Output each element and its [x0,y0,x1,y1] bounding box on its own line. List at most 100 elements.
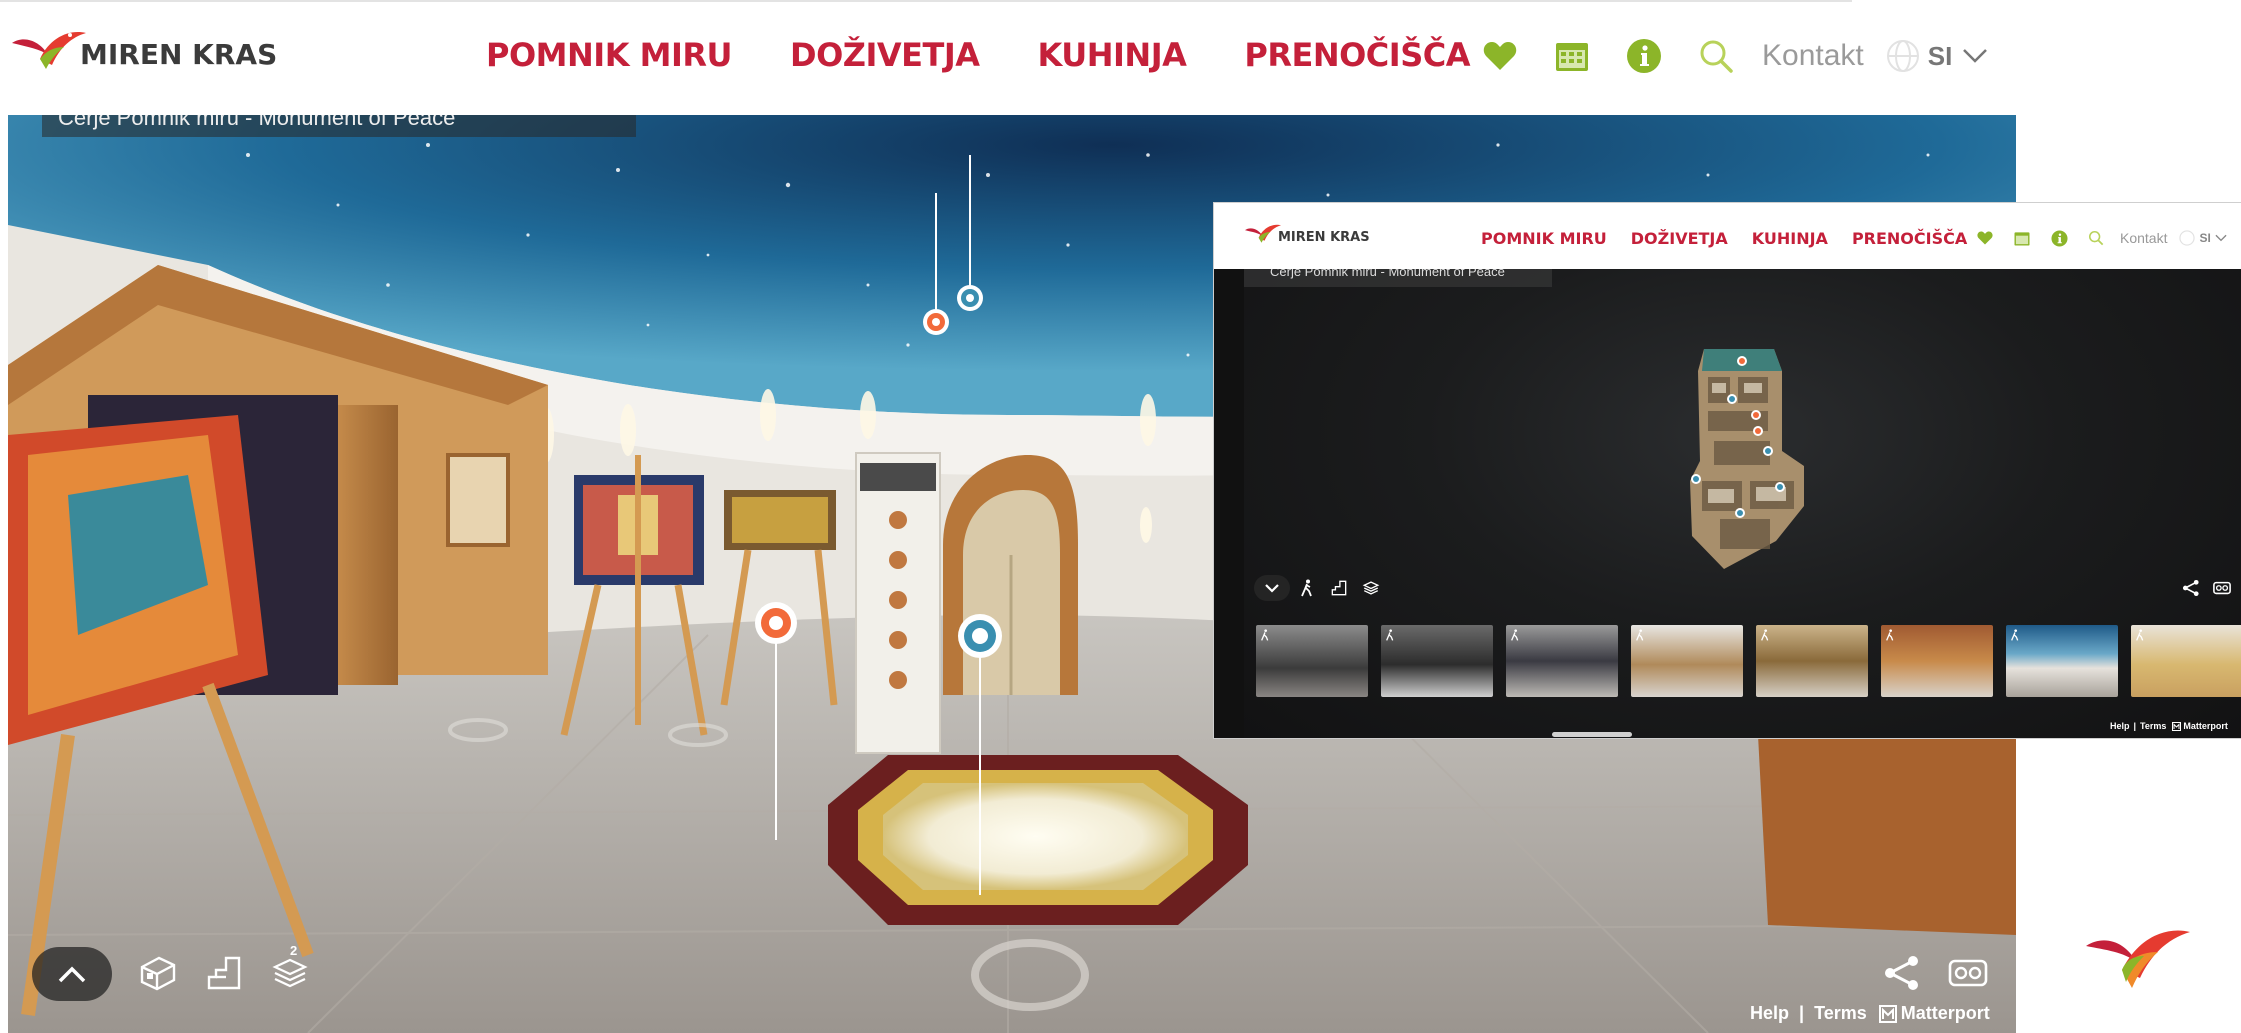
thumbnail-scene-4[interactable] [1631,625,1743,697]
language-code: SI [1927,40,1953,71]
nav-kuhinja[interactable]: KUHINJA [1038,36,1187,74]
nav-dozivetja[interactable]: DOŽIVETJA [790,36,980,74]
inset-info-button[interactable] [2048,227,2070,249]
inset-nav-pomnik-miru[interactable]: POMNIK MIRU [1481,229,1607,248]
collapse-toolbar-button[interactable] [32,947,112,1001]
share-icon [1885,956,1918,990]
dollhouse-view-button[interactable] [134,949,182,997]
layers-icon [272,958,308,988]
inset-search-button[interactable] [2085,227,2107,249]
contact-link[interactable]: Kontakt [1762,39,1864,73]
language-selector[interactable]: SI [1886,39,1989,73]
thumbnail-walk-icon [1886,629,1894,641]
walking-person-icon [1301,579,1312,597]
chevron-down-icon [1963,49,1988,63]
matterport-logo-icon [1878,1004,1897,1023]
inset-nav-kuhinja[interactable]: KUHINJA [1752,229,1828,248]
globe-icon [1886,40,1919,72]
thumbnail-scene-8[interactable] [2131,625,2241,697]
vr-button[interactable] [1944,949,1992,997]
inset-nav-dozivetja[interactable]: DOŽIVETJA [1631,229,1728,248]
inset-floor-plan-icon [1331,580,1347,596]
vr-headset-icon [1948,959,1988,987]
inset-vr-button[interactable] [2210,577,2234,599]
thumbnail-walk-icon [1511,629,1519,641]
inset-floor-plan-button[interactable] [1328,577,1350,599]
dollhouse-icon [140,956,176,991]
thumbnail-scene-2[interactable] [1381,625,1493,697]
search-button[interactable] [1694,34,1738,78]
chevron-up-icon [58,966,86,983]
inset-matterport-brand[interactable]: Matterport [2183,721,2228,731]
nav-prenocisca[interactable]: PRENOČIŠČA [1244,36,1470,74]
favorites-button[interactable] [1478,34,1522,78]
viewer-footer: Help | Terms Matterport [1750,1003,1990,1024]
thumbnail-walk-icon [2011,629,2019,641]
inset-heart-icon [1977,231,1993,245]
thumbnail-scene-5[interactable] [1756,625,1868,697]
inset-header-actions: Kontakt SI [1974,227,2227,249]
inset-tour-title: Cerje Pomnik miru - Monument of Peace [1244,269,1552,287]
thumbnail-scene-6[interactable] [1881,625,1993,697]
thumbnail-walk-icon [2136,629,2144,641]
inset-layers-icon [1362,581,1380,595]
inset-logo-text: MIREN KRAS [1278,230,1370,245]
calendar-icon [1556,43,1588,71]
bird-mark-icon [2086,930,2190,988]
inset-language-code: SI [2199,231,2211,245]
footer-separator: | [1799,1003,1805,1023]
calendar-button[interactable] [1550,34,1594,78]
inset-nav: POMNIK MIRU DOŽIVETJA KUHINJA PRENOČIŠČA [1481,229,1967,248]
inset-bird-logo-icon [1244,224,1282,243]
inset-viewer[interactable]: Cerje Pomnik miru - Monument of Peace He… [1244,269,2241,738]
info-icon [1627,39,1661,73]
dollhouse-model[interactable] [1664,341,1824,581]
heart-icon [1483,42,1517,70]
inset-footer-separator: | [2133,721,2137,731]
inset-floor-selector-button[interactable] [1360,577,1382,599]
inset-scrollbar[interactable] [1552,732,1632,737]
main-nav: POMNIK MIRU DOŽIVETJA KUHINJA PRENOČIŠČA [486,36,1470,74]
thumbnail-scene-3[interactable] [1506,625,1618,697]
bird-logo-icon [12,32,86,69]
tour-title: Cerje Pomnik miru - Monument of Peace [42,115,636,137]
inset-language-selector[interactable]: SI [2179,230,2227,246]
help-link[interactable]: Help [1750,1003,1789,1024]
inset-calendar-button[interactable] [2011,227,2033,249]
inset-share-button[interactable] [2180,577,2202,599]
inset-logo[interactable]: MIREN KRAS [1244,221,1370,245]
inset-help-link[interactable]: Help [2110,721,2130,731]
thumbnail-scene-1[interactable] [1256,625,1368,697]
thumbnail-scene-7[interactable] [2006,625,2118,697]
inset-dollhouse-screenshot: MIREN KRAS POMNIK MIRU DOŽIVETJA KUHINJA… [1214,203,2241,738]
inset-vr-headset-icon [2213,581,2231,595]
inset-matterport-logo-icon [2172,721,2182,731]
header-top-rule [0,0,1852,2]
inset-viewer-footer: Help | Terms Matterport [2110,721,2228,731]
inset-header: MIREN KRAS POMNIK MIRU DOŽIVETJA KUHINJA… [1214,203,2241,269]
floor-badge: 2 [290,943,298,958]
inset-collapse-toolbar-button[interactable] [1254,575,1290,601]
inset-search-icon [2089,231,2104,246]
inset-info-icon [2050,229,2068,247]
thumbnail-walk-icon [1761,629,1769,641]
inset-terms-link[interactable]: Terms [2140,721,2166,731]
header-actions: Kontakt SI [1478,34,1988,78]
inset-contact-link[interactable]: Kontakt [2120,230,2167,246]
search-icon [1700,40,1733,73]
nav-pomnik-miru[interactable]: POMNIK MIRU [486,36,733,74]
inset-walk-button[interactable] [1296,577,1318,599]
inset-nav-prenocisca[interactable]: PRENOČIŠČA [1852,229,1967,248]
floor-selector-button[interactable]: 2 [266,943,314,997]
matterport-brand[interactable]: Matterport [1901,1003,1990,1024]
inset-favorites-button[interactable] [1974,227,1996,249]
inset-calendar-icon [2014,231,2030,246]
inset-chevron-down-icon [2215,234,2227,242]
thumbnail-walk-icon [1636,629,1644,641]
inset-share-icon [2182,579,2199,597]
floor-plan-button[interactable] [200,949,248,997]
terms-link[interactable]: Terms [1814,1003,1867,1024]
site-logo[interactable]: MIREN KRAS [10,25,277,73]
share-button[interactable] [1878,949,1926,997]
info-button[interactable] [1622,34,1666,78]
